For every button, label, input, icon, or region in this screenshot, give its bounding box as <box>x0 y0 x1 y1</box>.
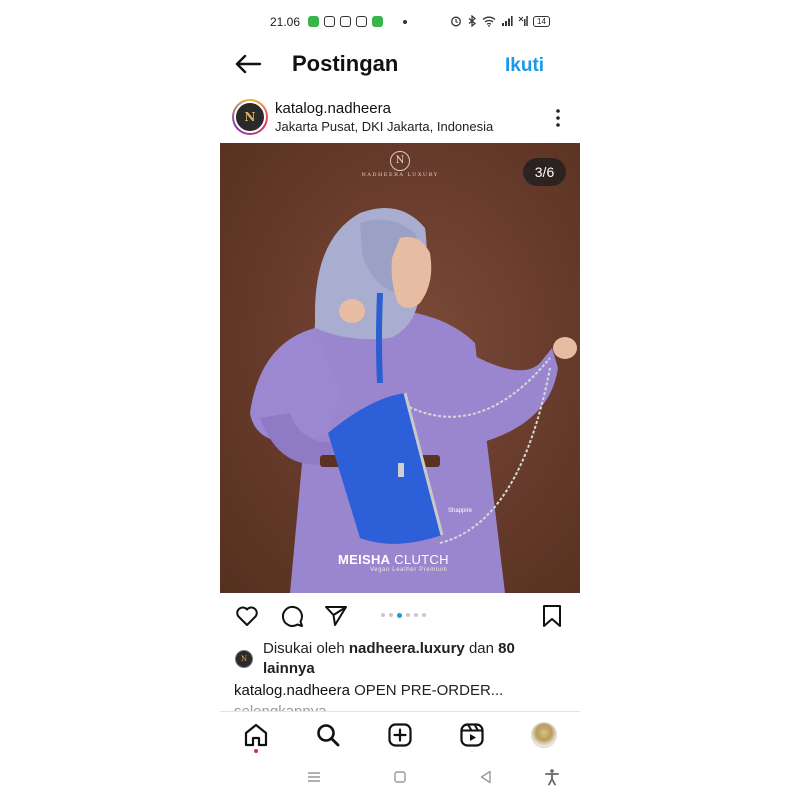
wifi-icon <box>482 16 496 27</box>
post-image[interactable]: N NADHEERA LUXURY 3/6 Shappire MEISHA CL… <box>220 143 580 593</box>
post-header: N katalog.nadheera Jakarta Pusat, DKI Ja… <box>220 96 580 140</box>
product-title-bold: MEISHA <box>338 552 391 567</box>
accessibility-icon[interactable] <box>543 768 561 786</box>
likes-text: Disukai oleh nadheera.luxury dan 80 lainn… <box>263 639 564 679</box>
status-time: 21.06 <box>270 15 301 29</box>
carousel-dot <box>406 613 410 617</box>
follow-button[interactable]: Ikuti <box>505 55 544 77</box>
bookmark-icon[interactable] <box>539 603 565 629</box>
caption-username[interactable]: katalog.nadheera <box>234 682 350 699</box>
liker-avatar: N <box>235 650 253 668</box>
home-icon[interactable] <box>243 722 269 748</box>
plus-square-icon[interactable] <box>387 722 413 748</box>
system-navigation <box>220 765 580 791</box>
page-title: Postingan <box>292 51 399 76</box>
brand-name: NADHEERA LUXURY <box>361 172 439 178</box>
post-actions <box>220 600 580 632</box>
facebook-notification-icon <box>340 16 351 27</box>
avatar[interactable]: N <box>232 99 268 135</box>
bluetooth-icon <box>468 15 476 27</box>
likes-summary[interactable]: N Disukai oleh nadheera.luxury dan 80 lai… <box>234 639 564 679</box>
more-vertical-icon[interactable] <box>550 108 566 128</box>
product-photo-illustration <box>250 208 577 593</box>
phone-screen: 21.06 14 Postingan Ikuti N katalog.nadhe… <box>220 0 580 800</box>
likes-middle: dan <box>464 640 499 657</box>
home-notification-dot <box>254 749 258 753</box>
app-header: Postingan Ikuti <box>220 44 580 84</box>
brand-logo: N <box>390 151 410 171</box>
battery-indicator: 14 <box>533 15 550 27</box>
bottom-navigation <box>220 711 580 761</box>
back-button-icon[interactable] <box>477 768 495 786</box>
store-notification-icon <box>372 16 383 27</box>
carousel-dot <box>414 613 418 617</box>
carousel-dot <box>397 612 402 618</box>
post-username[interactable]: katalog.nadheera <box>275 100 391 117</box>
search-icon[interactable] <box>315 722 341 748</box>
arrow-left-icon[interactable] <box>234 52 262 76</box>
likes-prefix: Disukai oleh <box>263 640 349 657</box>
post-caption: katalog.nadheera OPEN PRE-ORDER... <box>234 682 503 699</box>
instagram-notification-icon <box>324 16 335 27</box>
heart-icon[interactable] <box>234 603 260 629</box>
send-icon[interactable] <box>323 603 349 629</box>
carousel-dot <box>381 613 385 617</box>
signal-2-icon <box>518 16 528 26</box>
system-status-icons: 14 <box>450 15 550 27</box>
signal-icon <box>502 16 513 26</box>
status-bar: 21.06 14 <box>220 12 580 32</box>
product-title-rest: CLUTCH <box>390 552 449 567</box>
recent-apps-icon[interactable] <box>305 768 323 786</box>
likes-user[interactable]: nadheera.luxury <box>349 640 465 657</box>
post-location[interactable]: Jakarta Pusat, DKI Jakarta, Indonesia <box>275 119 493 134</box>
comment-icon[interactable] <box>279 603 305 629</box>
app-notification-icon <box>308 16 319 27</box>
notification-icons <box>308 16 383 27</box>
carousel-dot <box>422 613 426 617</box>
product-subtitle: Vegan Leather Premium <box>370 567 448 573</box>
sync-notification-icon <box>356 16 367 27</box>
likes-suffix[interactable]: lainnya <box>263 660 315 677</box>
profile-avatar[interactable] <box>531 722 557 748</box>
caption-text: OPEN PRE-ORDER... <box>349 682 504 699</box>
likes-count[interactable]: 80 <box>498 640 515 657</box>
image-counter-badge: 3/6 <box>523 158 566 186</box>
product-title: MEISHA CLUTCH <box>338 552 449 567</box>
avatar-logo: N <box>234 101 266 133</box>
more-notifications-dot <box>403 20 407 24</box>
carousel-dots <box>381 612 426 618</box>
home-button-icon[interactable] <box>391 768 409 786</box>
carousel-dot <box>389 613 393 617</box>
bag-color-label: Shappire <box>448 508 473 514</box>
reels-icon[interactable] <box>459 722 485 748</box>
alarm-icon <box>451 16 461 27</box>
